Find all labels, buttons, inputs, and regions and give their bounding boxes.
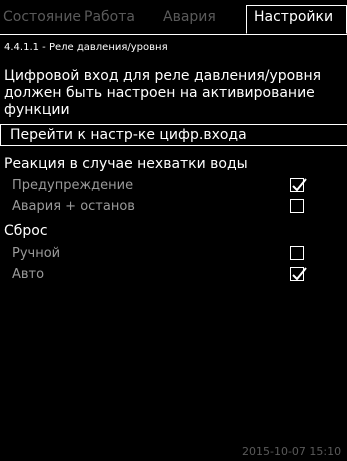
goto-digital-input-button[interactable]: Перейти к настр-ке цифр.входа [0,124,347,146]
tab-alarm[interactable]: Авария [163,6,216,34]
datetime-readout: 2015-10-07 15:10 [242,445,342,458]
info-text: Цифровой вход для реле давления/уровня д… [4,68,344,119]
tab-settings[interactable]: Настройки [246,5,347,34]
check-icon [292,267,307,281]
option-manual[interactable]: Ручной [0,244,347,264]
check-icon [292,178,307,192]
settings-screen: Состояние Работа Авария Настройки 4.4.1.… [0,0,347,461]
reset-section-title: Сброс [4,223,48,239]
warning-checkbox[interactable] [290,178,307,192]
tab-status[interactable]: Состояние [3,6,81,34]
option-label: Авто [12,267,45,282]
reaction-section-title: Реакция в случае нехватки воды [4,156,248,172]
info-line: должен быть настроен на активирование [4,85,315,101]
info-line: Цифровой вход для реле давления/уровня [4,68,322,84]
manual-checkbox[interactable] [290,246,304,260]
option-label: Ручной [12,246,61,261]
alarm-stop-checkbox[interactable] [290,199,304,213]
tab-operation[interactable]: Работа [84,6,135,34]
option-warning[interactable]: Предупреждение [0,176,347,196]
option-auto[interactable]: Авто [0,265,347,285]
auto-checkbox[interactable] [290,267,307,281]
breadcrumb: 4.4.1.1 - Реле давления/уровня [4,42,168,53]
info-line: функции [4,102,70,118]
option-label: Авария + останов [12,199,135,214]
option-alarm-stop[interactable]: Авария + останов [0,197,347,217]
tab-bar: Состояние Работа Авария Настройки [0,0,347,35]
option-label: Предупреждение [12,178,134,193]
